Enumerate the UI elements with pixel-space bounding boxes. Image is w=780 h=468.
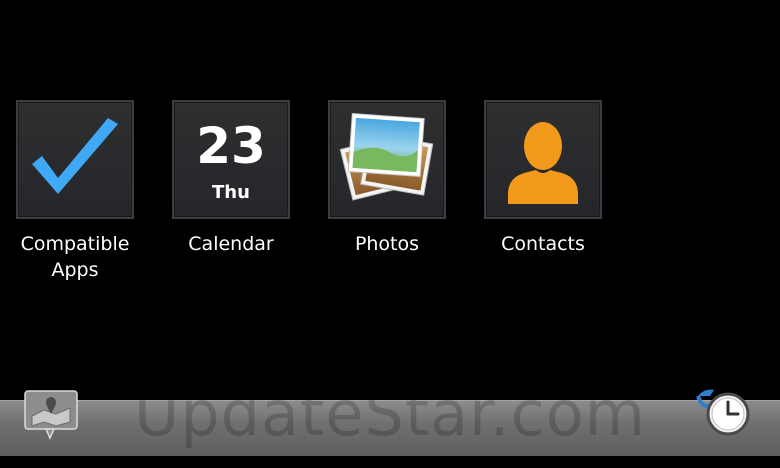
bottom-bar [0, 400, 780, 457]
compatible-apps-tile[interactable] [16, 100, 134, 219]
checkmark-icon [32, 118, 118, 194]
calendar-label: Calendar [188, 233, 274, 255]
clock-icon [696, 389, 750, 436]
photos-tile[interactable] [328, 100, 446, 219]
compatible-apps-label-line2: Apps [51, 259, 99, 281]
calendar-day-number: 23 [196, 117, 266, 175]
calendar-tile[interactable]: 23 Thu [172, 100, 290, 219]
compatible-apps-label: Compatible Apps [0, 231, 150, 283]
contacts-label: Contacts [501, 233, 585, 255]
home-screen: Compatible Apps 23 Thu Calendar Photos C… [0, 0, 780, 468]
clock-button[interactable] [694, 386, 752, 440]
contact-silhouette-icon [508, 122, 578, 204]
photos-label: Photos [354, 233, 420, 255]
map-location-icon [24, 390, 78, 440]
compatible-apps-label-line1: Compatible [20, 233, 130, 255]
bottom-edge [0, 456, 780, 468]
contacts-tile[interactable] [484, 100, 602, 219]
calendar-weekday: Thu [212, 182, 250, 203]
photos-icon [339, 113, 434, 201]
map-button[interactable] [22, 388, 80, 442]
